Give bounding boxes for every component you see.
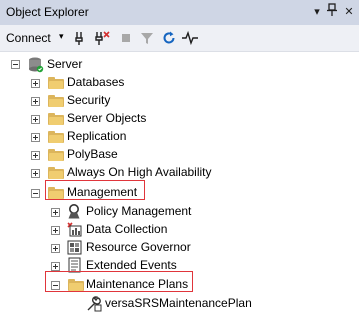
disconnect-icon[interactable] (93, 29, 111, 47)
folder-icon (48, 131, 64, 143)
server-icon (28, 56, 44, 72)
expand-icon[interactable] (51, 244, 60, 253)
tree-node-security[interactable]: Security (0, 91, 359, 110)
highlight-box-maintenance-plans (45, 271, 193, 292)
refresh-icon[interactable] (160, 29, 178, 47)
filter-icon[interactable] (138, 29, 156, 47)
resource-governor-icon (67, 239, 83, 255)
tree-node-label: Policy Management (86, 202, 191, 221)
tree-node-label: Server Objects (67, 109, 146, 128)
tree-node-polybase[interactable]: PolyBase (0, 145, 359, 164)
policy-icon (67, 203, 83, 219)
expand-icon[interactable] (51, 262, 60, 271)
tree-node-server-objects[interactable]: Server Objects (0, 109, 359, 128)
maintenance-plan-icon (86, 295, 102, 311)
tree-node-label: Resource Governor (86, 238, 191, 257)
expand-icon[interactable] (31, 169, 40, 178)
panel-title: Object Explorer (6, 5, 89, 19)
expand-icon[interactable] (51, 226, 60, 235)
tree-node-data-collection[interactable]: Data Collection (0, 220, 359, 239)
expand-icon[interactable] (31, 79, 40, 88)
tree-node-replication[interactable]: Replication (0, 127, 359, 146)
expand-icon[interactable] (31, 133, 40, 142)
tree-node-resource-governor[interactable]: Resource Governor (0, 238, 359, 257)
object-explorer-tree: Server Databases Security Server Objects… (0, 52, 359, 308)
tree-node-maintenance-plan[interactable]: versaSRSMaintenancePlan (0, 294, 359, 313)
folder-icon (48, 95, 64, 107)
tree-node-label: versaSRSMaintenancePlan (105, 294, 252, 313)
connect-button[interactable]: Connect (6, 31, 51, 45)
connect-dropdown-icon[interactable]: ▾ (59, 31, 64, 42)
collapse-icon[interactable] (31, 189, 40, 198)
activity-monitor-icon[interactable] (181, 29, 199, 47)
toolbar: Connect ▾ (0, 25, 359, 52)
connect-object-explorer-icon[interactable] (72, 29, 90, 47)
folder-icon (48, 77, 64, 89)
expand-icon[interactable] (31, 115, 40, 124)
folder-icon (48, 167, 64, 179)
highlight-box-management (45, 180, 145, 200)
tree-node-label: Security (67, 91, 110, 110)
data-collection-icon (67, 221, 83, 237)
tree-node-label: Data Collection (86, 220, 167, 239)
tree-node-label: Replication (67, 127, 126, 146)
collapse-icon[interactable] (11, 60, 20, 69)
auto-hide-pin-icon[interactable] (324, 3, 340, 21)
expand-icon[interactable] (51, 208, 60, 217)
window-position-icon[interactable]: ▾ (309, 3, 325, 21)
close-icon[interactable]: ✕ (341, 3, 357, 21)
expand-icon[interactable] (31, 97, 40, 106)
folder-icon (48, 113, 64, 125)
expand-icon[interactable] (31, 151, 40, 160)
tree-node-server[interactable]: Server (0, 55, 359, 74)
tree-node-label: Server (47, 55, 82, 74)
tree-node-label: Databases (67, 73, 124, 92)
tree-node-label: PolyBase (67, 145, 118, 164)
stop-icon[interactable] (117, 29, 135, 47)
tree-node-databases[interactable]: Databases (0, 73, 359, 92)
folder-icon (48, 149, 64, 161)
tree-node-policy-management[interactable]: Policy Management (0, 202, 359, 221)
title-bar: Object Explorer ▾ ✕ (0, 0, 359, 25)
